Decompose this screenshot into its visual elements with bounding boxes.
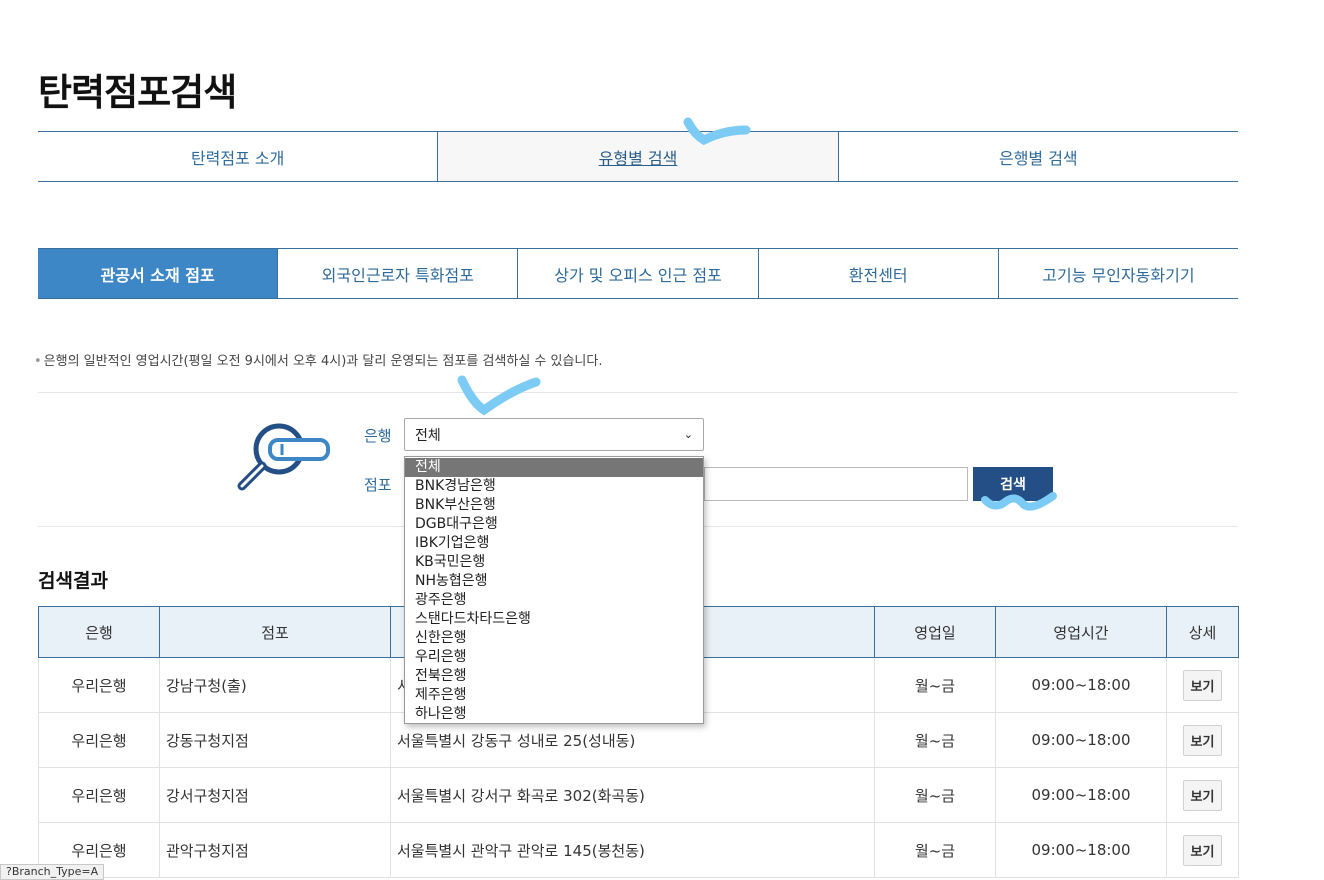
bank-option[interactable]: IBK기업은행 (405, 534, 703, 553)
cell-address: 서울특별시 관악구 관악로 145(봉천동) (390, 822, 875, 878)
table-row: 우리은행 강서구청지점 서울특별시 강서구 화곡로 302(화곡동) 월~금 0… (38, 767, 1239, 823)
header-detail: 상세 (1166, 606, 1239, 658)
cell-days: 월~금 (874, 712, 996, 768)
notice-text: • 은행의 일반적인 영업시간(평일 오전 9시에서 오후 4시)과 달리 운영되… (34, 354, 603, 369)
bank-option[interactable]: 신한은행 (405, 629, 703, 648)
bank-option[interactable]: 전체 (405, 458, 703, 477)
checkmark-annotation-icon (457, 375, 541, 416)
tab-intro[interactable]: 탄력점포 소개 (38, 132, 437, 181)
bank-option[interactable]: 하나은행 (405, 705, 703, 724)
header-branch: 점포 (159, 606, 391, 658)
top-tabs: 탄력점포 소개 유형별 검색 은행별 검색 (38, 131, 1238, 182)
bullet-icon: • (34, 354, 42, 369)
chevron-down-icon: ⌄ (683, 428, 693, 441)
bank-dropdown-list[interactable]: 전체 BNK경남은행 BNK부산은행 DGB대구은행 IBK기업은행 KB국민은… (404, 456, 704, 724)
cell-detail: 보기 (1166, 657, 1239, 713)
magnifier-search-icon (237, 423, 330, 491)
cell-detail: 보기 (1166, 767, 1239, 823)
bank-select[interactable]: 전체 ⌄ (404, 418, 704, 451)
cell-detail: 보기 (1166, 712, 1239, 768)
sub-tabs: 관공서 소재 점포 외국인근로자 특화점포 상가 및 오피스 인근 점포 환전센… (38, 248, 1238, 299)
bank-option[interactable]: 우리은행 (405, 648, 703, 667)
branch-label: 점포 (364, 476, 392, 494)
search-button[interactable]: 검색 (973, 467, 1053, 501)
bank-option[interactable]: NH농협은행 (405, 572, 703, 591)
table-row: 우리은행 관악구청지점 서울특별시 관악구 관악로 145(봉천동) 월~금 0… (38, 822, 1239, 878)
subtab-smart-kiosk[interactable]: 고기능 무인자동화기기 (997, 249, 1238, 298)
view-button[interactable]: 보기 (1182, 669, 1223, 701)
cell-branch: 강남구청(출) (159, 657, 391, 713)
header-days: 영업일 (874, 606, 996, 658)
bank-option[interactable]: BNK부산은행 (405, 496, 703, 515)
header-hours: 영업시간 (995, 606, 1167, 658)
bank-option[interactable]: 제주은행 (405, 686, 703, 705)
bank-option[interactable]: 전북은행 (405, 667, 703, 686)
tab-bank-search[interactable]: 은행별 검색 (837, 132, 1238, 181)
cell-hours: 09:00~18:00 (995, 712, 1167, 768)
cell-hours: 09:00~18:00 (995, 767, 1167, 823)
branch-input[interactable] (704, 467, 968, 501)
bank-label: 은행 (364, 427, 392, 445)
cell-bank: 우리은행 (38, 712, 160, 768)
bank-option[interactable]: 광주은행 (405, 591, 703, 610)
subtab-government[interactable]: 관공서 소재 점포 (38, 249, 278, 298)
results-title: 검색결과 (38, 570, 108, 592)
cell-address: 서울특별시 강서구 화곡로 302(화곡동) (390, 767, 875, 823)
subtab-exchange-center[interactable]: 환전센터 (757, 249, 998, 298)
cell-bank: 우리은행 (38, 767, 160, 823)
bank-option[interactable]: KB국민은행 (405, 553, 703, 572)
divider (38, 392, 1238, 393)
cell-bank: 우리은행 (38, 657, 160, 713)
bank-option[interactable]: 스탠다드차타드은행 (405, 610, 703, 629)
cell-days: 월~금 (874, 657, 996, 713)
view-button[interactable]: 보기 (1182, 779, 1223, 811)
view-button[interactable]: 보기 (1182, 834, 1223, 866)
cell-branch: 관악구청지점 (159, 822, 391, 878)
cell-days: 월~금 (874, 767, 996, 823)
subtab-commercial-office[interactable]: 상가 및 오피스 인근 점포 (517, 249, 757, 298)
cell-days: 월~금 (874, 822, 996, 878)
cell-branch: 강동구청지점 (159, 712, 391, 768)
cell-hours: 09:00~18:00 (995, 657, 1167, 713)
cell-branch: 강서구청지점 (159, 767, 391, 823)
bank-select-value: 전체 (415, 427, 441, 444)
bank-option[interactable]: BNK경남은행 (405, 477, 703, 496)
page-title: 탄력점포검색 (38, 71, 237, 114)
cell-detail: 보기 (1166, 822, 1239, 878)
cell-hours: 09:00~18:00 (995, 822, 1167, 878)
header-bank: 은행 (38, 606, 160, 658)
view-button[interactable]: 보기 (1182, 724, 1223, 756)
subtab-foreign-worker[interactable]: 외국인근로자 특화점포 (277, 249, 517, 298)
tab-type-search[interactable]: 유형별 검색 (437, 132, 838, 181)
bank-option[interactable]: DGB대구은행 (405, 515, 703, 534)
